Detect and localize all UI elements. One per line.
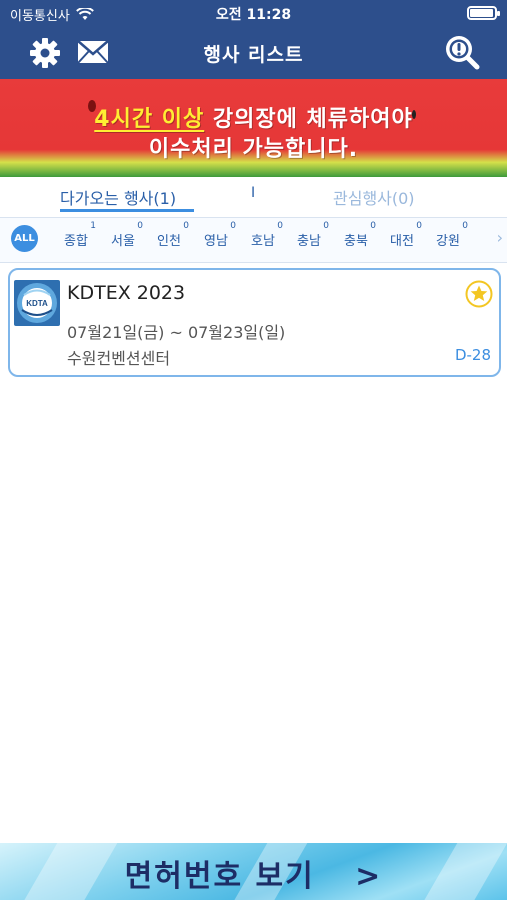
region-label: 호남 — [251, 234, 275, 249]
tab-divider: I — [251, 185, 256, 201]
license-number-label: 면허번호 보기 > — [0, 851, 507, 895]
tab-interest-events[interactable]: 관심행사(0) — [333, 185, 415, 209]
region-label: 영남 — [204, 234, 228, 249]
region-label: 인천 — [157, 234, 181, 249]
region-filter-item[interactable]: 종합 1 — [64, 221, 96, 249]
license-number-button[interactable]: 면허번호 보기 > — [0, 843, 507, 900]
banner-line-1: 4시간 이상 강의장에 체류하여야 — [0, 101, 507, 133]
region-count: 0 — [183, 221, 189, 231]
region-count: 0 — [230, 221, 236, 231]
banner-line-1-text: 강의장에 체류하여야 — [204, 107, 413, 132]
clock: 오전 11:28 — [215, 7, 292, 23]
event-venue: 수원컨벤션센터 — [67, 349, 171, 368]
region-scroll-right-button[interactable]: › — [497, 228, 503, 247]
event-tabs: 다가오는 행사(1) I 관심행사(0) — [0, 177, 507, 217]
region-filter-item[interactable]: 영남 0 — [204, 221, 236, 249]
arrow-right-icon: > — [355, 859, 383, 894]
battery-level — [470, 9, 493, 17]
page-title: 행사 리스트 — [203, 44, 304, 66]
favorite-button[interactable] — [465, 280, 493, 308]
event-card[interactable]: KDTA KDTEX 2023 07월21일(금) ~ 07월23일(일) 수원… — [8, 268, 501, 377]
region-count: 0 — [277, 221, 283, 231]
region-filter-item[interactable]: 대전 0 — [390, 221, 422, 249]
region-filter: ALL 종합 1 서울 0 인천 0 영남 0 호남 0 충남 0 충북 0 대전 0 강원 0 … — [0, 217, 507, 263]
region-all-button[interactable]: ALL — [11, 225, 38, 252]
region-filter-item[interactable]: 인천 0 — [157, 221, 189, 249]
region-label: 대전 — [390, 234, 414, 249]
region-count: 0 — [323, 221, 329, 231]
region-label: 충북 — [344, 234, 368, 249]
region-filter-item[interactable]: 강원 0 — [436, 221, 468, 249]
notice-banner: 4시간 이상 강의장에 체류하여야 이수처리 가능합니다. — [0, 79, 507, 177]
region-label: 강원 — [436, 234, 460, 249]
license-number-text: 면허번호 보기 — [124, 859, 315, 894]
region-count: 0 — [137, 221, 143, 231]
region-label: 종합 — [64, 234, 88, 249]
search-button[interactable] — [443, 33, 481, 71]
region-count: 0 — [462, 221, 468, 231]
region-count: 0 — [370, 221, 376, 231]
banner-highlight: 4시간 이상 — [94, 107, 205, 132]
event-logo: KDTA — [14, 280, 60, 326]
event-logo-text: KDTA — [26, 299, 48, 308]
active-tab-indicator — [60, 209, 194, 212]
region-count: 1 — [90, 221, 96, 231]
star-icon — [465, 280, 493, 308]
region-label: 서울 — [111, 234, 135, 249]
event-logo-image: KDTA — [14, 280, 60, 326]
region-label: 충남 — [297, 234, 321, 249]
region-filter-item[interactable]: 충북 0 — [344, 221, 376, 249]
battery-icon — [467, 6, 500, 20]
tab-upcoming-events[interactable]: 다가오는 행사(1) — [60, 185, 176, 209]
region-filter-item[interactable]: 호남 0 — [251, 221, 283, 249]
event-title: KDTEX 2023 — [67, 282, 186, 304]
region-filter-item[interactable]: 서울 0 — [111, 221, 143, 249]
banner-line-2: 이수처리 가능합니다. — [148, 137, 359, 162]
region-count: 0 — [416, 221, 422, 231]
status-bar: 이동통신사 오전 11:28 — [0, 0, 507, 28]
search-icon — [446, 36, 480, 70]
event-dates: 07월21일(금) ~ 07월23일(일) — [67, 323, 286, 342]
region-filter-item[interactable]: 충남 0 — [297, 221, 329, 249]
event-dday-badge: D-28 — [454, 346, 491, 364]
app-header: 이동통신사 오전 11:28 행사 리스트 — [0, 0, 507, 79]
chevron-right-icon: › — [496, 228, 503, 247]
